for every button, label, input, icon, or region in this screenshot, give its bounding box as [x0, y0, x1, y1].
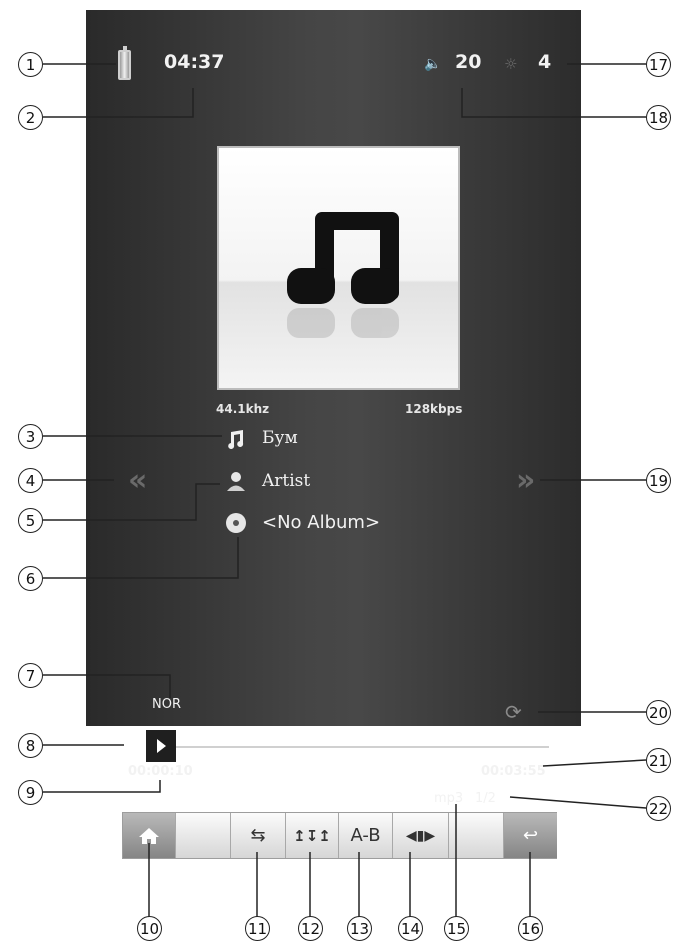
callout-19: 19	[646, 468, 671, 493]
callout-18: 18	[646, 105, 671, 130]
callout-10: 10	[137, 916, 162, 941]
callout-2: 2	[18, 105, 43, 130]
callout-17: 17	[646, 52, 671, 77]
callout-22: 22	[646, 796, 671, 821]
callout-14: 14	[398, 916, 423, 941]
callout-9: 9	[18, 780, 43, 805]
callout-1: 1	[18, 52, 43, 77]
callout-16: 16	[518, 916, 543, 941]
callout-13: 13	[347, 916, 372, 941]
callout-15: 15	[444, 916, 469, 941]
callout-11: 11	[245, 916, 270, 941]
callout-20: 20	[646, 700, 671, 725]
callout-4: 4	[18, 468, 43, 493]
callout-6: 6	[18, 566, 43, 591]
callout-12: 12	[298, 916, 323, 941]
callout-5: 5	[18, 508, 43, 533]
callout-7: 7	[18, 663, 43, 688]
callout-lines	[43, 63, 647, 918]
callout-3: 3	[18, 424, 43, 449]
callout-8: 8	[18, 733, 43, 758]
callout-21: 21	[646, 748, 671, 773]
